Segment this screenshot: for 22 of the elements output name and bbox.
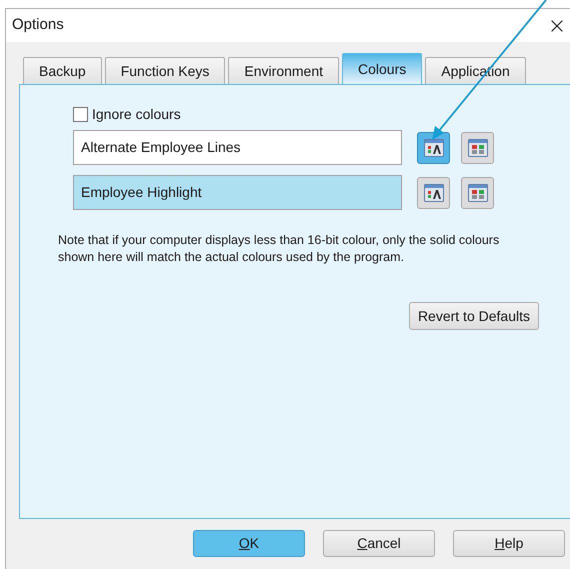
dialog-button[interactable]: Help — [453, 530, 565, 557]
background-colour-button[interactable] — [461, 176, 494, 208]
text-colour-button[interactable] — [417, 176, 450, 208]
tab[interactable]: Backup — [23, 57, 102, 84]
dialog-button[interactable]: Cancel — [323, 530, 435, 557]
colour-sample-field: Employee Highlight — [73, 175, 402, 210]
tab[interactable]: Function Keys — [104, 57, 226, 84]
text-colour-icon — [424, 138, 444, 156]
colour-sample-field: Alternate Employee Lines — [73, 130, 402, 165]
text-colour-icon — [424, 184, 444, 202]
background-colour-icon — [468, 138, 488, 156]
text-colour-button[interactable] — [417, 132, 450, 164]
revert-button[interactable]: Revert to Defaults — [408, 302, 539, 330]
tab[interactable]: Environment — [228, 57, 340, 84]
tab[interactable]: Colours — [342, 53, 422, 84]
note-text: Note that if your computer displays less than 16-bit colour, only the solid colours shown here will match the actual colours used by the program. — [58, 232, 500, 266]
window-title: Options — [12, 15, 64, 36]
background-colour-icon — [468, 184, 488, 202]
background-colour-button[interactable] — [461, 132, 494, 164]
checkbox-label: Ignore colours — [92, 104, 181, 124]
dialog-button[interactable]: OK — [193, 530, 305, 557]
checkbox[interactable] — [73, 106, 88, 122]
